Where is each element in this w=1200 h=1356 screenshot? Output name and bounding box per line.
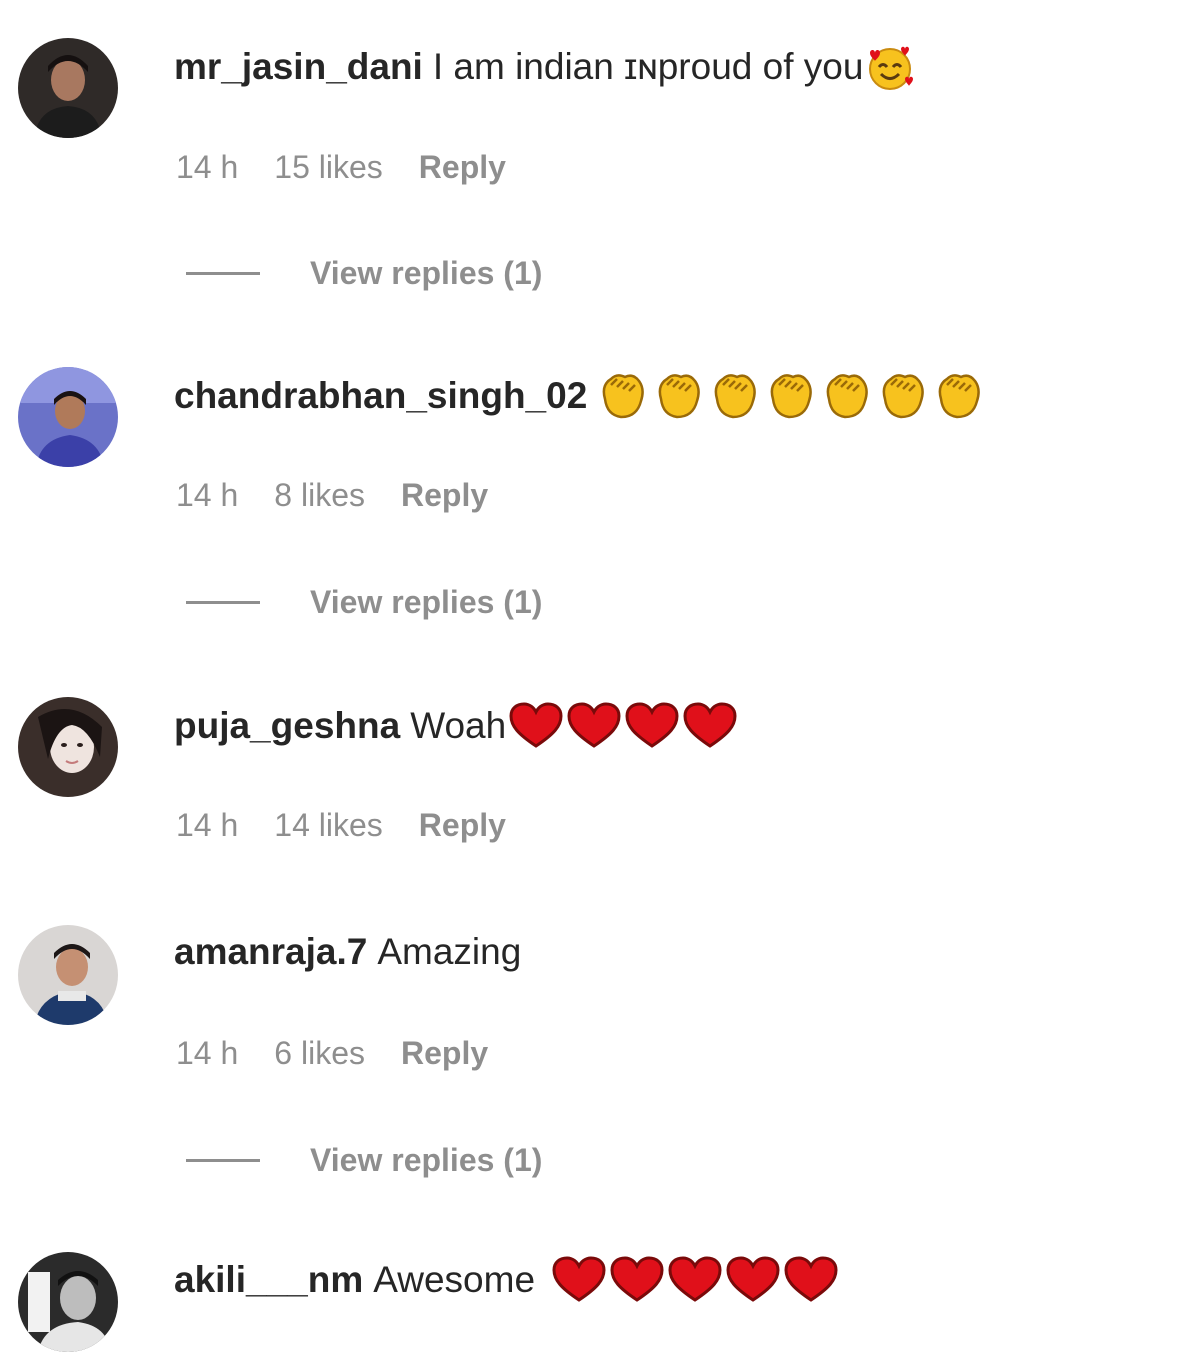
comment-likes[interactable]: 14 likes bbox=[274, 807, 383, 844]
clapping-hands-icon bbox=[770, 374, 813, 419]
comment-text: Woah bbox=[410, 705, 507, 746]
red-heart-icon bbox=[726, 1256, 780, 1302]
comment-username[interactable]: amanraja.7 bbox=[174, 931, 367, 973]
clapping-hands-icon bbox=[882, 374, 925, 419]
comment-text: Awesome bbox=[373, 1259, 536, 1300]
comment-time: 14 h bbox=[176, 806, 239, 843]
reply-button[interactable]: Reply bbox=[419, 807, 506, 844]
emoji-run bbox=[595, 371, 987, 421]
view-replies-label: View replies (1) bbox=[310, 583, 543, 620]
avatar[interactable] bbox=[18, 38, 118, 138]
clapping-hands-icon bbox=[658, 374, 701, 419]
comment-text: I am indian ɪɴproud of you bbox=[432, 46, 864, 87]
emoji-run bbox=[508, 702, 740, 750]
reply-button[interactable]: Reply bbox=[401, 1035, 488, 1072]
emoji-run bbox=[551, 1256, 841, 1304]
comment-username[interactable]: puja_geshna bbox=[174, 705, 400, 747]
comment-line: amanraja.7 Amazing bbox=[174, 922, 521, 982]
comment-line: akili___nm Awesome bbox=[174, 1250, 841, 1310]
red-heart-icon bbox=[668, 1256, 722, 1302]
comment-username[interactable]: mr_jasin_dani bbox=[174, 46, 423, 88]
comment-line: mr_jasin_dani I am indian ɪɴproud of you bbox=[174, 37, 917, 97]
comment-time: 14 h bbox=[176, 1034, 239, 1071]
view-replies-button[interactable]: View replies (1) bbox=[186, 248, 542, 298]
clapping-hands-icon bbox=[714, 374, 757, 419]
red-heart-icon bbox=[784, 1256, 838, 1302]
avatar[interactable] bbox=[18, 925, 118, 1025]
avatar[interactable] bbox=[18, 697, 118, 797]
comment-username[interactable]: chandrabhan_singh_02 bbox=[174, 375, 587, 417]
comment-line: chandrabhan_singh_02 bbox=[174, 366, 987, 426]
comment-likes[interactable]: 15 likes bbox=[274, 149, 383, 186]
emoji-run bbox=[865, 43, 917, 91]
red-heart-icon bbox=[610, 1256, 664, 1302]
comment-meta: 14 h 15 likes Reply bbox=[176, 142, 506, 192]
view-replies-label: View replies (1) bbox=[310, 1141, 543, 1178]
red-heart-icon bbox=[509, 702, 563, 748]
comment-meta: 14 h 8 likes Reply bbox=[176, 470, 488, 520]
avatar[interactable] bbox=[18, 367, 118, 467]
comment-text: Amazing bbox=[377, 931, 522, 972]
smiling-face-with-hearts-icon bbox=[869, 46, 914, 90]
comment-meta: 14 h 6 likes Reply bbox=[176, 1028, 488, 1078]
red-heart-icon bbox=[567, 702, 621, 748]
reply-button[interactable]: Reply bbox=[401, 477, 488, 514]
view-replies-label: View replies (1) bbox=[310, 254, 543, 291]
replies-divider bbox=[186, 600, 260, 604]
comment-time: 14 h bbox=[176, 476, 239, 513]
reply-button[interactable]: Reply bbox=[419, 149, 506, 186]
clapping-hands-icon bbox=[826, 374, 869, 419]
avatar[interactable] bbox=[18, 1252, 118, 1352]
comment-time: 14 h bbox=[176, 148, 239, 185]
comment-username[interactable]: akili___nm bbox=[174, 1259, 363, 1301]
comment-line: puja_geshna Woah bbox=[174, 696, 740, 756]
clapping-hands-icon bbox=[602, 374, 645, 419]
replies-divider bbox=[186, 1158, 260, 1162]
view-replies-button[interactable]: View replies (1) bbox=[186, 1135, 542, 1185]
red-heart-icon bbox=[625, 702, 679, 748]
replies-divider bbox=[186, 271, 260, 275]
red-heart-icon bbox=[552, 1256, 606, 1302]
red-heart-icon bbox=[683, 702, 737, 748]
view-replies-button[interactable]: View replies (1) bbox=[186, 577, 542, 627]
clapping-hands-icon bbox=[938, 374, 981, 419]
comment-likes[interactable]: 6 likes bbox=[274, 1035, 365, 1072]
comment-meta: 14 h 14 likes Reply bbox=[176, 800, 506, 850]
comment-likes[interactable]: 8 likes bbox=[274, 477, 365, 514]
